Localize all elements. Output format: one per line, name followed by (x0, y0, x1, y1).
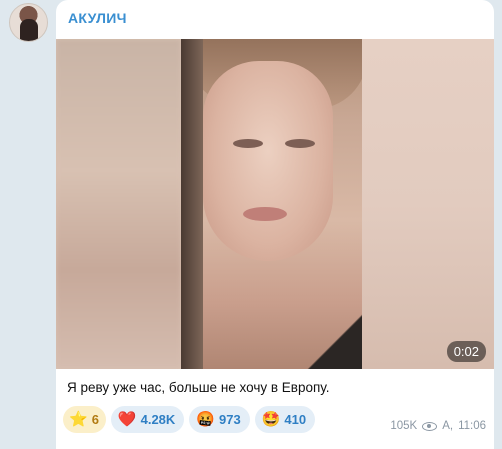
star-icon: ⭐ (69, 411, 88, 428)
channel-avatar[interactable] (9, 3, 48, 42)
post-meta: 105K А, 11:06 (390, 420, 486, 432)
reaction-count: 6 (91, 412, 99, 427)
reactions-bar: ⭐ 6 ❤️ 4.28K 🤬 973 🤩 410 (63, 406, 316, 433)
video-eye-right (285, 139, 315, 148)
video-blur-right (362, 39, 494, 369)
reaction-angry[interactable]: 🤬 973 (189, 406, 250, 433)
eye-icon (422, 421, 438, 431)
video-duration-badge: 0:02 (446, 341, 486, 362)
video-frame (181, 39, 367, 369)
channel-name[interactable]: АКУЛИЧ (68, 10, 127, 26)
video-lips (243, 207, 287, 221)
video-eye-left (233, 139, 263, 148)
heart-icon: ❤️ (117, 411, 137, 428)
reaction-count: 973 (219, 412, 241, 427)
video-strap (307, 309, 367, 369)
message-bubble: АКУЛИЧ 0:02 Я реву уже час, больше не хо… (56, 0, 494, 449)
avatar-figure (20, 19, 38, 41)
view-count: 105K (390, 420, 418, 432)
reaction-heart[interactable]: ❤️ 4.28K (110, 406, 185, 433)
video-shade (181, 39, 203, 369)
video-face (203, 61, 333, 261)
reaction-star-struck[interactable]: 🤩 410 (254, 406, 316, 433)
star-struck-icon: 🤩 (261, 411, 281, 428)
reaction-count: 4.28K (140, 412, 176, 427)
video-blur-left (56, 39, 181, 369)
angry-face-icon: 🤬 (196, 411, 215, 428)
post-caption: Я реву уже час, больше не хочу в Европу. (67, 380, 330, 395)
author-sign: А, (442, 420, 454, 432)
post-time: 11:06 (458, 420, 486, 432)
reaction-star[interactable]: ⭐ 6 (63, 406, 106, 433)
video-player[interactable]: 0:02 (56, 39, 494, 369)
reaction-count: 410 (284, 412, 307, 427)
